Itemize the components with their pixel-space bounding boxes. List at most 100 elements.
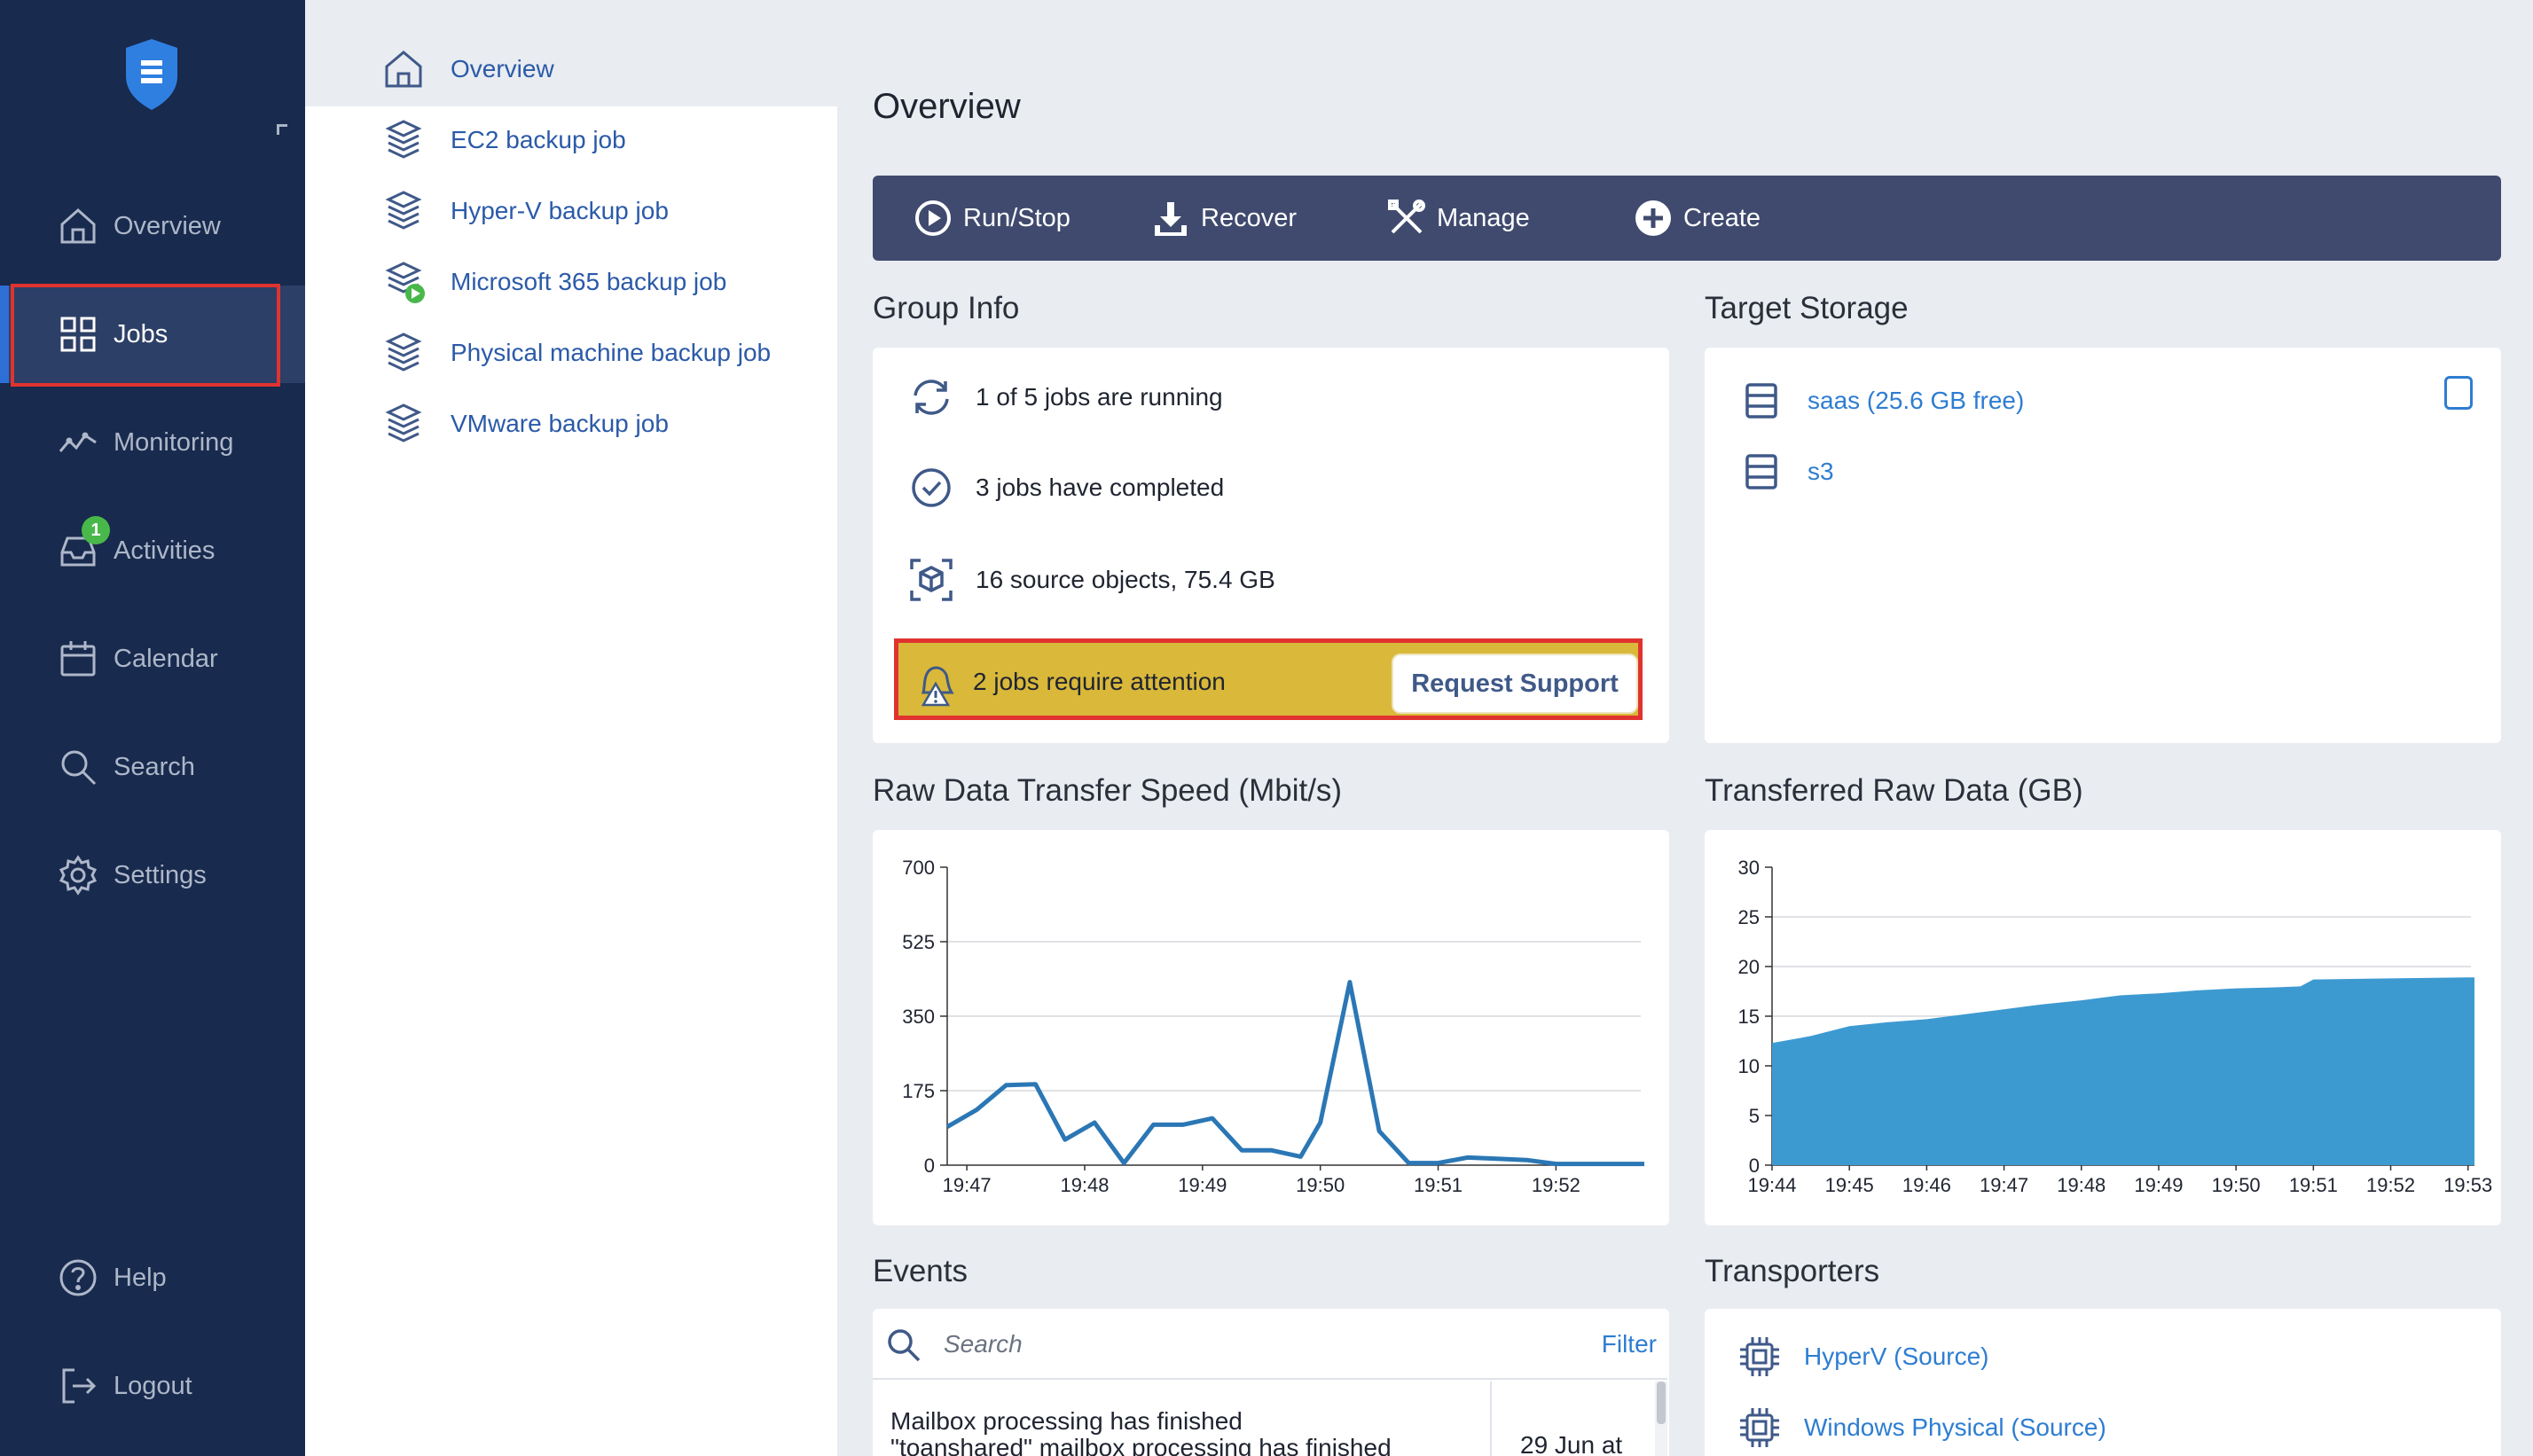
x-tick-label: 19:51 (2289, 1174, 2338, 1196)
backup-job-icon (385, 120, 422, 159)
job-list-item[interactable]: EC2 backup job (305, 105, 837, 176)
job-list-item[interactable]: Microsoft 365 backup job (305, 247, 837, 317)
monitoring-icon (59, 432, 97, 452)
events-title: Events (873, 1254, 968, 1288)
filter-link[interactable]: Filter (1602, 1330, 1657, 1358)
job-list-label: VMware backup job (451, 410, 669, 437)
nav-label: Search (114, 752, 195, 781)
create-button[interactable]: Create (1634, 176, 1761, 261)
nav-label: Monitoring (114, 427, 234, 457)
y-tick-label: 700 (902, 857, 935, 879)
main-nav: Overview Jobs Monitoring 1 Activities Ca… (0, 0, 305, 1456)
x-tick-label: 19:45 (1825, 1174, 1874, 1196)
action-toolbar: Run/Stop Recover Manage Create (873, 176, 2501, 261)
speed-chart-title: Raw Data Transfer Speed (Mbit/s) (873, 773, 1343, 808)
x-tick-label: 19:44 (1747, 1174, 1796, 1196)
speed-chart-card: 0 175 350 525 700 19:47 19:48 19:49 19:50 19:51 19… (873, 830, 1669, 1225)
speed-line-chart: 0 175 350 525 700 19:47 19:48 19:49 19:50 19:51 19… (902, 857, 1645, 1196)
job-list-item[interactable]: Hyper-V backup job (305, 176, 837, 247)
app-logo-icon (126, 39, 177, 110)
transporter-link-hyperv[interactable]: HyperV (Source) (1737, 1334, 1989, 1380)
y-tick-label: 0 (924, 1155, 935, 1177)
group-info-title: Group Info (873, 291, 1020, 325)
job-list-label: EC2 backup job (451, 126, 626, 153)
plus-circle-icon (1635, 200, 1671, 236)
transferred-chart-title: Transferred Raw Data (GB) (1705, 773, 2083, 808)
nav-label: Activities (114, 536, 216, 565)
transferred-area-chart: 05101520253019:44 19:45 19:46 19:47 19:48 19:… (1738, 857, 2493, 1196)
backup-job-icon (385, 333, 422, 372)
storage-icon (1745, 454, 1777, 489)
backup-job-icon (385, 403, 422, 442)
y-tick-label: 20 (1738, 956, 1760, 978)
x-tick-label: 19:50 (2212, 1174, 2261, 1196)
run-stop-button[interactable]: Run/Stop (914, 176, 1070, 261)
job-list-label: Overview (451, 55, 554, 82)
manage-button[interactable]: Manage (1387, 176, 1530, 261)
nav-label: Overview (114, 211, 221, 240)
chip-icon (1740, 1408, 1779, 1447)
nav-label: Settings (114, 860, 207, 889)
tools-icon (1388, 200, 1425, 234)
event-title: Mailbox processing has finished (890, 1407, 1243, 1435)
storage-icon (1745, 383, 1777, 419)
attention-banner: 2 jobs require attention Request Support (894, 638, 1643, 720)
storage-link-s3[interactable]: s3 (1742, 452, 1834, 491)
backup-job-running-icon (385, 262, 425, 303)
target-storage-card: saas (25.6 GB free) s3 (1705, 348, 2501, 743)
completed-status: 3 jobs have completed (908, 465, 1224, 511)
check-circle-icon (912, 468, 951, 507)
page-title: Overview (873, 87, 1021, 126)
cube-scan-icon (910, 559, 953, 601)
search-icon (61, 750, 97, 786)
recover-button[interactable]: Recover (1151, 176, 1297, 261)
search-icon (888, 1329, 921, 1362)
job-list-label: Hyper-V backup job (451, 197, 669, 224)
events-scrollbar[interactable] (1655, 1382, 1667, 1456)
refresh-icon (914, 380, 949, 415)
alert-bell-icon (921, 666, 954, 707)
storage-link-saas[interactable]: saas (25.6 GB free) (1742, 381, 2024, 420)
nav-item-overview[interactable]: Overview (0, 177, 305, 275)
job-list-item[interactable]: Physical machine backup job (305, 317, 837, 388)
nav-item-calendar[interactable]: Calendar (0, 610, 305, 708)
nav-item-help[interactable]: Help (0, 1229, 305, 1327)
nav-item-search[interactable]: Search (0, 718, 305, 816)
logout-icon (62, 1368, 97, 1404)
transporter-link-windows-physical[interactable]: Windows Physical (Source) (1737, 1405, 2106, 1451)
y-tick-label: 25 (1738, 906, 1760, 928)
nav-item-settings[interactable]: Settings (0, 826, 305, 924)
play-circle-icon (915, 200, 951, 236)
transporters-card: HyperV (Source) Windows Physical (Source… (1705, 1309, 2501, 1456)
job-list-label: Microsoft 365 backup job (451, 268, 727, 295)
download-icon (1155, 202, 1187, 236)
activities-count-badge: 1 (82, 516, 110, 544)
nav-item-monitoring[interactable]: Monitoring (0, 394, 305, 491)
nav-item-jobs[interactable]: Jobs (0, 284, 305, 387)
x-tick-label: 19:47 (943, 1174, 992, 1196)
y-tick-label: 15 (1738, 1006, 1760, 1028)
data-line (945, 980, 1644, 1167)
nav-label: Logout (114, 1371, 192, 1400)
request-support-button[interactable]: Request Support (1392, 654, 1638, 714)
transferred-chart-card: 0 5 10 15 20 25 30 19:44 19:45 19:46 19:47 19:48 19:… (1705, 830, 2501, 1225)
collapse-nav-handle[interactable] (277, 124, 287, 135)
y-tick-label: 350 (902, 1006, 935, 1028)
nav-item-logout[interactable]: Logout (0, 1337, 305, 1435)
events-search-input[interactable] (944, 1325, 1511, 1364)
events-search-bar: Filter (873, 1309, 1667, 1380)
event-detail: "toanshared" mailbox processing has fini… (890, 1434, 1392, 1456)
home-icon (385, 51, 422, 88)
x-tick-label: 19:52 (1532, 1174, 1580, 1196)
x-tick-label: 19:48 (1060, 1174, 1109, 1196)
nav-item-activities[interactable]: 1 Activities (0, 502, 305, 599)
x-tick-label: 19:53 (2443, 1174, 2492, 1196)
events-card: Filter Mailbox processing has finished "… (873, 1309, 1669, 1456)
x-tick-label: 19:49 (2134, 1174, 2183, 1196)
x-tick-label: 19:50 (1296, 1174, 1345, 1196)
job-list-item-overview[interactable]: Overview (305, 34, 837, 105)
job-list-item[interactable]: VMware backup job (305, 388, 837, 459)
y-tick-label: 5 (1749, 1105, 1760, 1127)
event-row[interactable]: Mailbox processing has finished "toansha… (873, 1382, 1667, 1456)
storage-select-checkbox[interactable] (2444, 376, 2473, 410)
